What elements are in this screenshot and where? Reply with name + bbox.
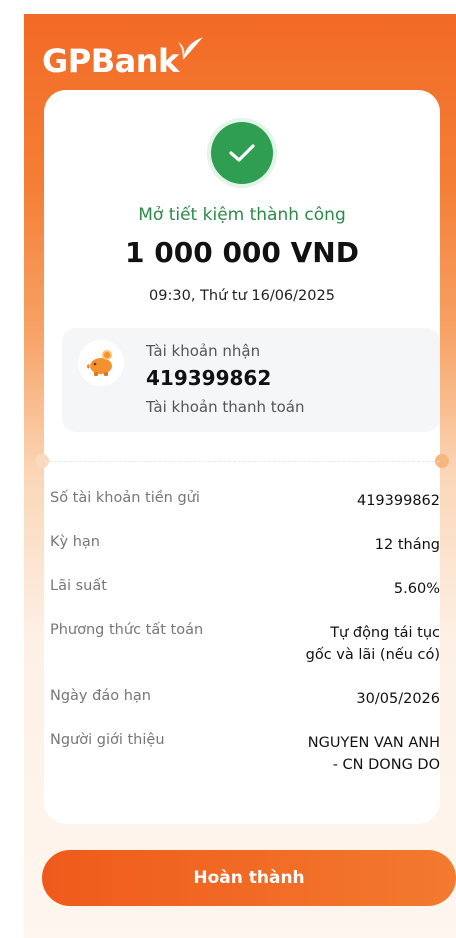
detail-label: Người giới thiệu — [50, 732, 165, 748]
amount-text: 1 000 000 VND — [125, 236, 359, 269]
success-badge — [207, 118, 277, 188]
detail-value: 5.60% — [394, 578, 440, 600]
detail-label: Phương thức tất toán — [50, 622, 204, 638]
receiving-account-label: Tài khoản nhận — [146, 342, 261, 360]
detail-value: Tự động tái tục gốc và lãi (nếu có) — [306, 622, 440, 666]
detail-value-line: NGUYEN VAN ANH — [307, 735, 440, 751]
detail-value: 12 tháng — [375, 534, 440, 556]
detail-value-line: 30/05/2026 — [356, 691, 440, 707]
app-screen: GPBank Mở tiết kiệm thành công 1 000 000… — [24, 14, 456, 938]
leaf-icon — [177, 37, 203, 60]
detail-value-line: 12 tháng — [374, 537, 440, 553]
detail-value-line: - CN DONG DO — [332, 757, 440, 773]
detail-value-line: 419399862 — [356, 493, 440, 509]
transaction-datetime: 09:30, Thứ tư 16/06/2025 — [149, 288, 335, 304]
piggy-bank-icon — [78, 340, 124, 386]
detail-value-line: gốc và lãi (nếu có) — [305, 647, 440, 663]
result-card: Mở tiết kiệm thành công 1 000 000 VND 09… — [35, 90, 449, 824]
check-icon — [229, 144, 255, 162]
detail-label: Lãi suất — [50, 578, 107, 594]
detail-value: NGUYEN VAN ANH - CN DONG DO — [308, 732, 440, 776]
gpbank-logo: GPBank — [42, 37, 207, 82]
logo-text: GPBank — [42, 42, 179, 80]
receiving-account-type: Tài khoản thanh toán — [146, 398, 305, 416]
done-button[interactable]: Hoàn thành — [42, 850, 456, 906]
success-circle — [211, 122, 273, 184]
detail-value-line: Tự động tái tục — [330, 625, 440, 641]
detail-value: 419399862 — [357, 490, 440, 512]
dashed-divider — [44, 461, 440, 462]
detail-label: Ngày đáo hạn — [50, 688, 151, 704]
status-text: Mở tiết kiệm thành công — [138, 205, 346, 225]
detail-value-line: 5.60% — [393, 581, 440, 597]
detail-value: 30/05/2026 — [356, 688, 440, 710]
receiving-account-number: 419399862 — [146, 366, 272, 390]
detail-label: Kỳ hạn — [50, 534, 100, 550]
detail-label: Số tài khoản tiền gửi — [50, 490, 200, 506]
receiving-account-box: Tài khoản nhận 419399862 Tài khoản thanh… — [62, 328, 440, 432]
